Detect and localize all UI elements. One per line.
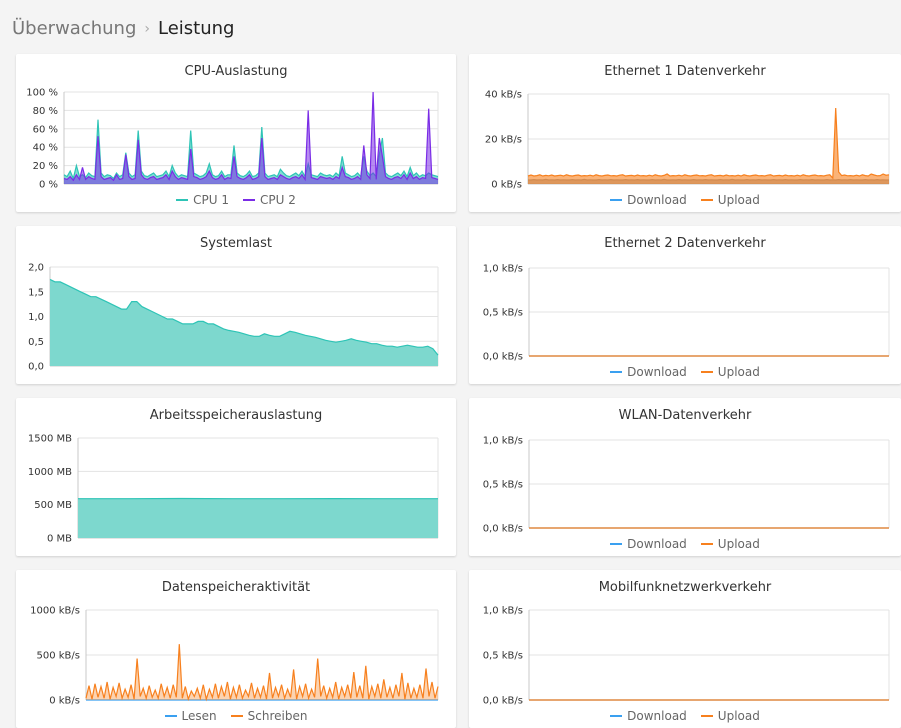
y-tick-label: 0 kB/s [49,696,80,707]
legend-label: Upload [718,193,760,207]
legend-label: Download [627,709,687,723]
y-tick-label: 0 kB/s [491,180,522,191]
legend-label: CPU 2 [260,193,296,207]
legend-label: Upload [718,709,760,723]
y-tick-label: 0 MB [47,534,72,545]
y-tick-label: 1,0 kB/s [483,436,523,447]
cpu-usage-panel: CPU-Auslastung 100 %80 %60 %40 %20 %0 % … [16,54,456,212]
y-tick-label: 500 kB/s [37,651,81,662]
breadcrumb-separator: › [144,21,150,37]
y-tick-label: 40 % [33,143,58,154]
chart-legend: Download Upload [469,193,901,207]
memory-usage-chart: 1500 MB 1000 MB 500 MB 0 MB [16,398,456,556]
legend-item-read[interactable]: Lesen [165,709,217,723]
page-title: Leistung [158,18,234,39]
legend-item-cpu2[interactable]: CPU 2 [243,193,296,207]
y-tick-label: 0,5 kB/s [483,480,523,491]
wlan-traffic-panel: WLAN-Datenverkehr 1,0 kB/s0,5 kB/s0,0 kB… [469,398,901,556]
cpu-usage-chart: 100 % 80 % 60 % 40 % 20 % 0 % [16,54,456,212]
y-tick-label: 20 % [33,161,58,172]
y-tick-label: 1000 MB [28,467,72,478]
y-tick-label: 1,0 kB/s [483,264,523,275]
chart-legend: Download Upload [469,537,901,551]
legend-item-cpu1[interactable]: CPU 1 [176,193,229,207]
ethernet1-traffic-chart: 40 kB/s 20 kB/s 0 kB/s [469,54,901,212]
y-tick-label: 1500 MB [28,434,72,445]
breadcrumb-parent-link[interactable]: Überwachung [12,18,136,39]
legend-label: Download [627,537,687,551]
series-area-load [50,279,438,366]
y-tick-label: 1,5 [28,287,44,298]
mobile-network-traffic-chart: 1,0 kB/s 0,5 kB/s 0,0 kB/s [469,570,901,728]
system-load-chart: 2,0 1,5 1,0 0,5 0,0 [16,226,456,384]
chart-legend: Download Upload [469,365,901,379]
y-tick-label: 0,0 [28,362,44,373]
legend-label: Download [627,193,687,207]
legend-label: CPU 1 [193,193,229,207]
ethernet2-traffic-chart: 1,0 kB/s 0,5 kB/s 0,0 kB/s [469,226,901,384]
y-tick-label: 80 % [33,106,58,117]
y-tick-label: 500 MB [34,500,72,511]
y-tick-label: 2,0 [28,263,44,274]
legend-label: Lesen [182,709,217,723]
legend-item-download[interactable]: Download [610,193,687,207]
legend-item-upload[interactable]: Upload [701,365,760,379]
mobile-network-traffic-panel: Mobilfunknetzwerkverkehr 1,0 kB/s0,5 kB/… [469,570,901,728]
legend-item-download[interactable]: Download [610,709,687,723]
y-tick-label: 60 % [33,124,58,135]
y-tick-label: 1,0 kB/s [483,606,523,617]
chart-legend: CPU 1 CPU 2 [16,193,456,207]
memory-usage-panel: Arbeitsspeicherauslastung 1500 MB1000 MB… [16,398,456,556]
chart-legend: Lesen Schreiben [16,709,456,723]
y-tick-label: 0,5 [28,337,44,348]
legend-label: Upload [718,537,760,551]
legend-item-upload[interactable]: Upload [701,709,760,723]
chart-legend: Download Upload [469,709,901,723]
disk-activity-panel: Datenspeicheraktivität 1000 kB/s500 kB/s… [16,570,456,728]
system-load-panel: Systemlast 2,01,51,00,50,0 [16,226,456,384]
y-tick-label: 0,0 kB/s [483,696,523,707]
y-tick-label: 0 % [39,180,58,191]
legend-label: Schreiben [248,709,308,723]
legend-item-upload[interactable]: Upload [701,193,760,207]
series-area-mem [78,499,438,539]
y-tick-label: 100 % [26,88,58,99]
legend-item-upload[interactable]: Upload [701,537,760,551]
wlan-traffic-chart: 1,0 kB/s 0,5 kB/s 0,0 kB/s [469,398,901,556]
ethernet1-traffic-panel: Ethernet 1 Datenverkehr 40 kB/s20 kB/s0 … [469,54,901,212]
legend-item-write[interactable]: Schreiben [231,709,308,723]
legend-label: Upload [718,365,760,379]
y-tick-label: 0,5 kB/s [483,308,523,319]
y-tick-label: 20 kB/s [485,135,522,146]
legend-label: Download [627,365,687,379]
y-tick-label: 0,5 kB/s [483,651,523,662]
disk-activity-chart: 1000 kB/s 500 kB/s 0 kB/s [16,570,456,728]
y-tick-label: 0,0 kB/s [483,524,523,535]
y-tick-label: 0,0 kB/s [483,352,523,363]
legend-item-download[interactable]: Download [610,537,687,551]
breadcrumb: Überwachung › Leistung [12,18,234,39]
y-tick-label: 1,0 [28,312,44,323]
y-tick-label: 1000 kB/s [30,606,80,617]
ethernet2-traffic-panel: Ethernet 2 Datenverkehr 1,0 kB/s0,5 kB/s… [469,226,901,384]
legend-item-download[interactable]: Download [610,365,687,379]
y-tick-label: 40 kB/s [485,90,522,101]
